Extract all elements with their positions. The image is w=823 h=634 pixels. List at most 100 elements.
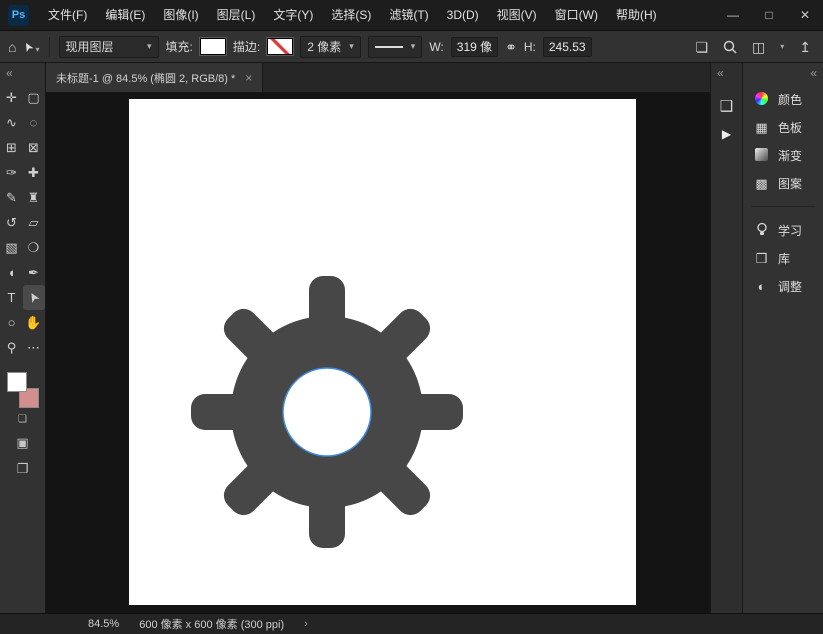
collapsed-panel-dock: « ❑ ▶ <box>710 63 742 613</box>
pen-tool[interactable]: ✒ <box>23 260 45 285</box>
menu-window[interactable]: 窗口(W) <box>546 0 607 30</box>
move-tool-icon: ✛ <box>6 90 17 105</box>
share-icon[interactable]: ↥ <box>799 40 811 54</box>
path-selection-tool[interactable]: ➤ <box>22 285 45 310</box>
minimize-button[interactable]: — <box>715 0 751 30</box>
menu-bar: 文件(F) 编辑(E) 图像(I) 图层(L) 文字(Y) 选择(S) 滤镜(T… <box>39 0 666 30</box>
tool-grid: ✛ ▢ ∿ ◌ ⊞ ⊠ ✑ ✚ ✎ ♜ ↺ ▱ ▧ ❍ ◖ ✒ T ➤ ○ ✋ <box>1 85 45 360</box>
hand-tool[interactable]: ✋ <box>23 310 45 335</box>
adjustments-icon: ◐ <box>757 278 766 294</box>
home-icon[interactable]: ⌂ <box>8 40 16 54</box>
stroke-width-dropdown[interactable]: 2 像素 ▾ <box>300 35 361 58</box>
select-mode-dropdown[interactable]: 现用图层 ▾ <box>58 35 159 58</box>
clone-stamp-tool-icon: ♜ <box>27 190 40 205</box>
width-input[interactable]: 319 像 <box>450 36 499 57</box>
status-chevron-icon[interactable]: › <box>304 618 308 630</box>
swatches-grid-icon: ▦ <box>755 119 768 135</box>
panel-item-label: 学习 <box>778 223 803 238</box>
dock-expand-button[interactable]: « <box>711 63 742 85</box>
zoom-tool[interactable]: ⚲ <box>1 335 23 360</box>
menu-filter[interactable]: 滤镜(T) <box>380 0 437 30</box>
menu-layer[interactable]: 图层(L) <box>208 0 265 30</box>
panel-item-label: 库 <box>778 251 791 266</box>
pattern-icon: ▩ <box>755 175 768 191</box>
frame-tool[interactable]: ⊠ <box>23 135 45 160</box>
arrange-documents-icon[interactable]: ❏ <box>695 40 708 54</box>
quick-mask-button[interactable]: ▣ <box>16 435 28 451</box>
tab-bar: 未标题-1 @ 84.5% (椭圆 2, RGB/8) * × <box>46 63 710 93</box>
solid-line-icon <box>374 45 403 48</box>
stroke-type-dropdown[interactable]: ▾ <box>367 35 423 58</box>
link-dimensions-icon[interactable]: ⚭ <box>505 40 517 54</box>
libraries-icon: ❒ <box>755 250 768 266</box>
menu-view[interactable]: 视图(V) <box>488 0 546 30</box>
menu-image[interactable]: 图像(I) <box>154 0 207 30</box>
eraser-tool[interactable]: ▱ <box>23 210 45 235</box>
history-brush-tool-icon: ↺ <box>6 215 17 230</box>
panel-item-color[interactable]: 颜色 <box>743 85 823 113</box>
panel-item-label: 图案 <box>778 176 803 191</box>
play-panel-icon[interactable]: ▶ <box>722 127 731 141</box>
gradient-tool[interactable]: ▧ <box>1 235 23 260</box>
menu-3d[interactable]: 3D(D) <box>438 0 488 30</box>
document-tab[interactable]: 未标题-1 @ 84.5% (椭圆 2, RGB/8) * × <box>46 63 264 92</box>
move-tool[interactable]: ✛ <box>1 85 23 110</box>
zoom-level-field[interactable]: 84.5% <box>88 618 119 630</box>
foreground-color-swatch[interactable] <box>6 372 27 392</box>
menu-edit[interactable]: 编辑(E) <box>96 0 154 30</box>
eyedropper-tool[interactable]: ✑ <box>1 160 23 185</box>
panel-item-swatches[interactable]: ▦ 色板 <box>743 113 823 141</box>
object-selection-tool[interactable]: ◌ <box>23 110 45 135</box>
ellipse-shape-tool-icon: ○ <box>7 315 16 330</box>
panel-item-gradients[interactable]: 渐变 <box>743 141 823 169</box>
panel-item-adjustments[interactable]: ◐ 调整 <box>743 272 823 300</box>
ellipse-selection[interactable] <box>282 367 372 457</box>
panel-item-patterns[interactable]: ▩ 图案 <box>743 169 823 197</box>
history-brush-tool[interactable]: ↺ <box>1 210 23 235</box>
close-button[interactable]: ✕ <box>787 0 823 30</box>
more-tools-button[interactable]: ⋯ <box>23 335 45 360</box>
panel-item-label: 渐变 <box>778 148 803 163</box>
status-bar: 84.5% 600 像素 x 600 像素 (300 ppi) › <box>0 613 823 634</box>
marquee-tool[interactable]: ▢ <box>23 85 45 110</box>
default-colors-icon[interactable]: ❏ <box>18 414 27 425</box>
panel-item-libraries[interactable]: ❒ 库 <box>743 244 823 272</box>
height-input[interactable]: 245.53 <box>542 36 592 57</box>
chevron-down-icon: ▾ <box>147 41 152 51</box>
close-tab-icon[interactable]: × <box>245 71 252 85</box>
menu-type[interactable]: 文字(Y) <box>264 0 322 30</box>
gear-shape <box>191 276 463 548</box>
chevron-down-icon: ▾ <box>35 44 40 54</box>
canvas[interactable] <box>129 99 636 605</box>
type-tool[interactable]: T <box>1 285 23 310</box>
color-swatches <box>5 372 41 408</box>
search-icon[interactable] <box>723 40 737 54</box>
stroke-swatch[interactable] <box>267 38 294 55</box>
menu-help[interactable]: 帮助(H) <box>607 0 666 30</box>
dodge-tool[interactable]: ◖ <box>1 260 23 285</box>
menu-select[interactable]: 选择(S) <box>322 0 380 30</box>
ellipse-shape-tool[interactable]: ○ <box>1 310 23 335</box>
dock-collapse-button[interactable]: « <box>743 63 823 85</box>
workspace-switcher-icon[interactable]: ◫ <box>752 40 765 54</box>
options-bar: ⌂ ➤ ▾ 现用图层 ▾ 填充: 描边: 2 像素 ▾ ▾ W: 319 像 ⚭… <box>0 30 823 63</box>
maximize-button[interactable]: □ <box>751 0 787 30</box>
toolbar-collapse-button[interactable]: « <box>0 63 45 85</box>
screen-mode-button[interactable]: ❐ <box>17 461 29 477</box>
lasso-tool-icon: ∿ <box>6 115 17 130</box>
clone-stamp-tool[interactable]: ♜ <box>23 185 45 210</box>
panel-item-learn[interactable]: 学习 <box>743 216 823 244</box>
menu-file[interactable]: 文件(F) <box>39 0 96 30</box>
chevron-down-icon[interactable]: ▾ <box>780 42 784 51</box>
collapsed-panel-icon[interactable]: ❑ <box>720 97 733 115</box>
brush-tool[interactable]: ✎ <box>1 185 23 210</box>
lasso-tool[interactable]: ∿ <box>1 110 23 135</box>
tool-preset-button[interactable]: ➤ ▾ <box>20 39 40 55</box>
fill-swatch[interactable] <box>199 38 226 55</box>
panel-item-label: 色板 <box>778 120 803 135</box>
healing-brush-tool[interactable]: ✚ <box>23 160 45 185</box>
crop-tool[interactable]: ⊞ <box>1 135 23 160</box>
blur-tool[interactable]: ❍ <box>23 235 45 260</box>
dodge-tool-icon: ◖ <box>7 265 16 280</box>
document-tab-title: 未标题-1 @ 84.5% (椭圆 2, RGB/8) * <box>56 72 236 85</box>
